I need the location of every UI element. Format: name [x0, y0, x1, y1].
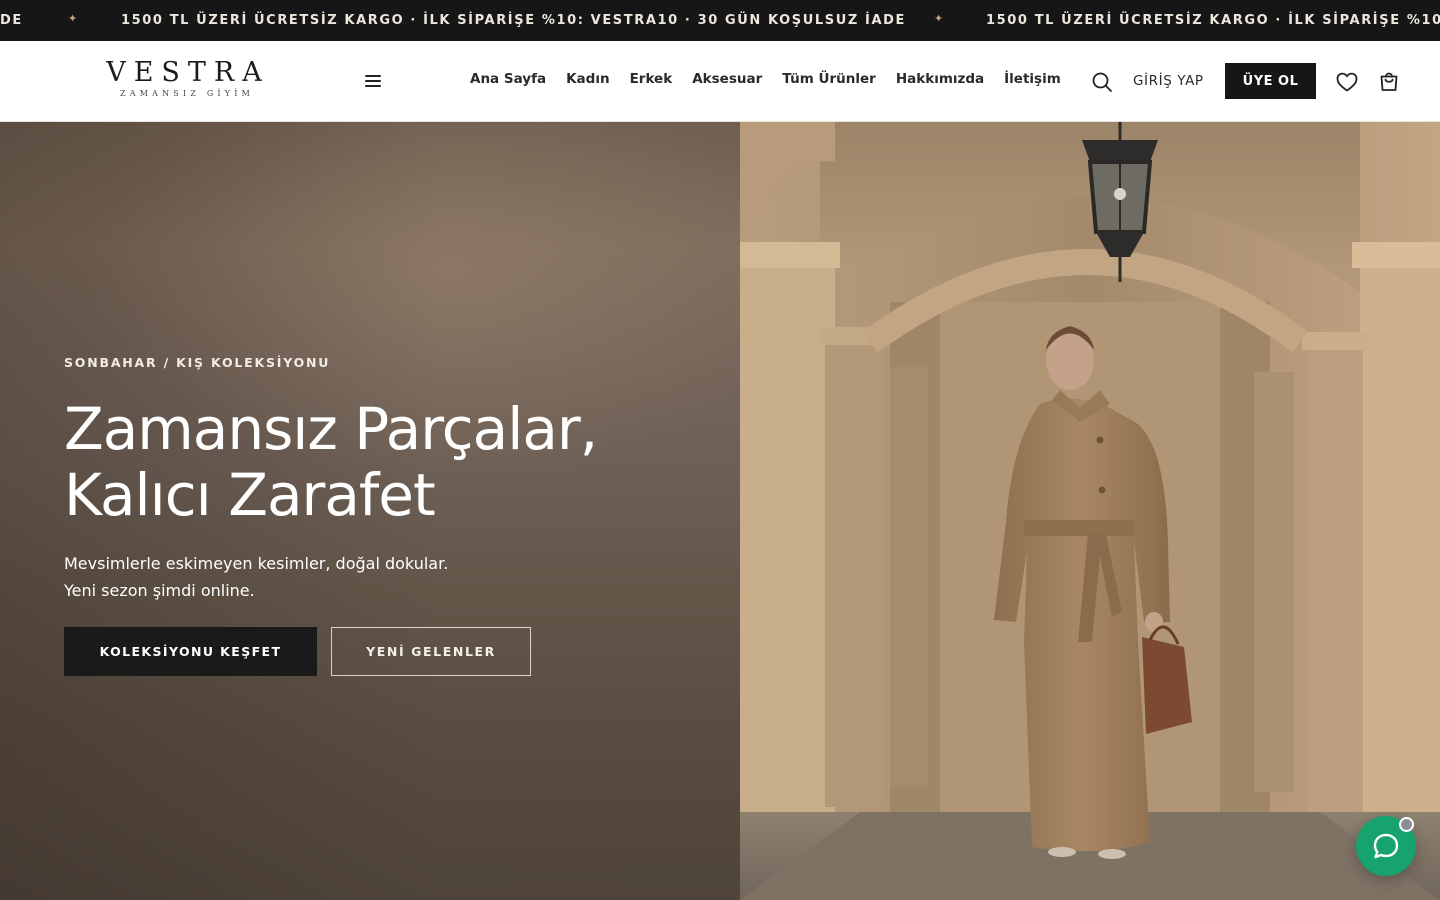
logo-wordmark: VESTRA [106, 57, 270, 88]
nav-home[interactable]: Ana Sayfa [470, 71, 546, 87]
hero-eyebrow: SONBAHAR / KIŞ KOLEKSİYONU [64, 355, 331, 370]
search-icon[interactable] [1090, 70, 1114, 94]
hero-image [740, 122, 1440, 900]
chat-bubble-icon [1373, 833, 1399, 859]
hero-subtext: Mevsimlerle eskimeyen kesimler, doğal do… [64, 550, 704, 604]
heart-icon[interactable] [1335, 70, 1359, 94]
hero-subtext-line-2: Yeni sezon şimdi online. [64, 581, 255, 600]
logo-tagline: ZAMANSIZ GİYİM [119, 89, 255, 98]
explore-collection-button[interactable]: KOLEKSİYONU KEŞFET [64, 627, 317, 676]
nav-contact[interactable]: İletişim [1004, 71, 1061, 87]
shopping-bag-icon[interactable] [1377, 69, 1401, 93]
hero-headline-line-2: Kalıcı Zarafet [64, 461, 436, 529]
login-link[interactable]: GİRİŞ YAP [1133, 73, 1204, 89]
hero-copy: SONBAHAR / KIŞ KOLEKSİYONU Zamansız Parç… [64, 355, 704, 676]
announcement-fragment-left: DE [0, 13, 23, 28]
announcement-track: DE ✦ 1500 TL ÜZERİ ÜCRETSİZ KARGO · İLK … [0, 0, 1440, 41]
new-arrivals-button[interactable]: YENİ GELENLER [331, 627, 531, 676]
brand-logo[interactable]: VESTRA ZAMANSIZ GİYİM [99, 57, 271, 99]
nav-about[interactable]: Hakkımızda [896, 71, 984, 87]
hero-headline-line-1: Zamansız Parçalar, [64, 395, 598, 463]
announcement-fragment-right: 1500 TL ÜZERİ ÜCRETSİZ KARGO · İLK SİPAR… [986, 13, 1440, 28]
hamburger-icon[interactable] [362, 70, 384, 92]
sparkle-icon: ✦ [934, 12, 944, 25]
announcement-text: 1500 TL ÜZERİ ÜCRETSİZ KARGO · İLK SİPAR… [121, 13, 907, 28]
hero-cta-group: KOLEKSİYONU KEŞFET YENİ GELENLER [64, 627, 704, 676]
signup-button[interactable]: ÜYE OL [1225, 63, 1316, 99]
site-header: VESTRA ZAMANSIZ GİYİM Ana Sayfa Kadın Er… [0, 41, 1440, 122]
nav-all-products[interactable]: Tüm Ürünler [782, 71, 876, 87]
sparkle-icon: ✦ [68, 12, 78, 25]
announcement-bar: DE ✦ 1500 TL ÜZERİ ÜCRETSİZ KARGO · İLK … [0, 0, 1440, 41]
chat-status-dot [1399, 817, 1414, 832]
hero-subtext-line-1: Mevsimlerle eskimeyen kesimler, doğal do… [64, 554, 449, 573]
nav-women[interactable]: Kadın [566, 71, 609, 87]
nav-men[interactable]: Erkek [630, 71, 673, 87]
hero-section: SONBAHAR / KIŞ KOLEKSİYONU Zamansız Parç… [0, 122, 1440, 900]
nav-accessories[interactable]: Aksesuar [692, 71, 762, 87]
hero-headline: Zamansız Parçalar, Kalıcı Zarafet [64, 396, 704, 528]
main-nav: Ana Sayfa Kadın Erkek Aksesuar Tüm Ürünl… [470, 71, 1081, 87]
